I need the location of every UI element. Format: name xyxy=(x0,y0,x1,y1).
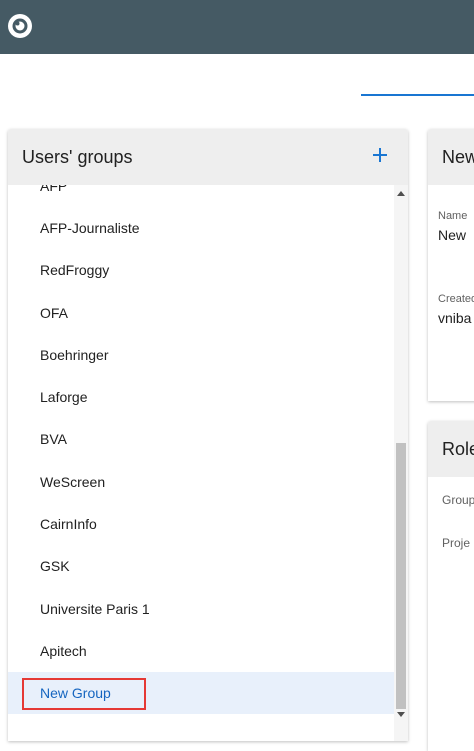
plus-icon xyxy=(373,148,387,162)
roles-row-group: Group xyxy=(442,493,474,507)
list-item-apitech[interactable]: Apitech xyxy=(8,630,394,672)
groups-list-scrollbar[interactable] xyxy=(394,185,408,741)
users-groups-title: Users' groups xyxy=(22,147,133,167)
list-item-universite-paris-1[interactable]: Universite Paris 1 xyxy=(8,588,394,630)
scrollbar-thumb[interactable] xyxy=(396,443,406,709)
list-item-bva[interactable]: BVA xyxy=(8,418,394,460)
selection-highlight-box xyxy=(22,678,146,710)
name-field-label: Name xyxy=(438,210,468,222)
created-field-label: Created xyxy=(438,293,474,305)
eye-logo-icon[interactable] xyxy=(7,13,33,39)
users-groups-header: Users' groups xyxy=(8,129,408,185)
add-group-button[interactable] xyxy=(366,141,394,169)
groups-list[interactable]: AFP AFP-Journaliste RedFroggy OFA Boehri… xyxy=(8,185,394,741)
name-field-value[interactable]: New xyxy=(438,227,466,243)
group-details-header: New xyxy=(428,129,474,185)
group-details-title: New xyxy=(442,147,474,167)
roles-header: Role xyxy=(428,421,474,477)
list-item-cairninfo[interactable]: CairnInfo xyxy=(8,503,394,545)
list-item-afp-journaliste[interactable]: AFP-Journaliste xyxy=(8,207,394,249)
active-tab-indicator xyxy=(361,94,474,96)
list-item-redfroggy[interactable]: RedFroggy xyxy=(8,249,394,291)
list-item-gsk[interactable]: GSK xyxy=(8,545,394,587)
scroll-down-arrow-icon[interactable] xyxy=(397,712,405,717)
roles-title: Role xyxy=(442,439,474,459)
list-item-afp[interactable]: AFP xyxy=(8,185,394,207)
list-item-wescreen[interactable]: WeScreen xyxy=(8,461,394,503)
roles-panel: Role Group Proje xyxy=(428,421,474,751)
created-field-value: vniba xyxy=(438,310,472,326)
top-app-bar xyxy=(0,0,474,54)
group-details-panel: New Name New Created vniba xyxy=(428,129,474,401)
scroll-up-arrow-icon[interactable] xyxy=(397,191,405,196)
list-item-boehringer[interactable]: Boehringer xyxy=(8,334,394,376)
list-item-laforge[interactable]: Laforge xyxy=(8,376,394,418)
list-item-ofa[interactable]: OFA xyxy=(8,292,394,334)
roles-row-project: Proje xyxy=(442,536,471,550)
list-item-new-group[interactable]: New Group xyxy=(8,672,394,714)
users-groups-panel: Users' groups AFP AFP-Journaliste RedFro… xyxy=(8,129,408,741)
